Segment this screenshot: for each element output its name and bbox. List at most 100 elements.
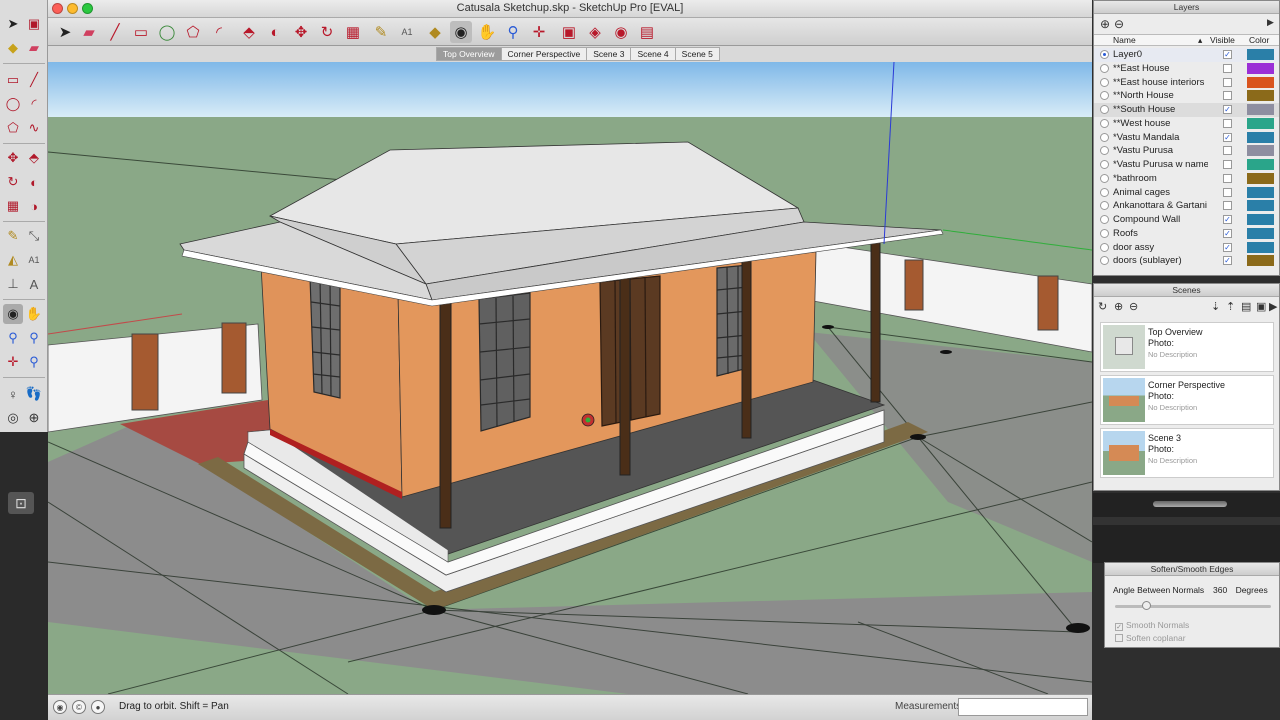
zoom-extents-icon[interactable]: ✛ — [3, 352, 23, 372]
sort-icon[interactable]: ▴ — [1198, 35, 1202, 46]
layer-visible-checkbox[interactable] — [1223, 91, 1232, 101]
layer-visible-checkbox[interactable]: ✓ — [1223, 228, 1232, 238]
rotate-icon[interactable]: ↻ — [316, 21, 338, 43]
select-tool-icon[interactable]: ➤ — [3, 14, 23, 34]
active-layer-radio[interactable] — [1100, 228, 1109, 238]
layer-visible-checkbox[interactable]: ✓ — [1223, 105, 1232, 114]
layer-color-swatch[interactable] — [1247, 186, 1274, 198]
layer-visible-header[interactable]: Visible — [1210, 35, 1235, 45]
layer-name[interactable]: *Vastu Purusa w name — [1113, 159, 1208, 170]
layer-name[interactable]: door assy — [1113, 242, 1208, 253]
extension-warehouse-icon[interactable]: ◉ — [610, 21, 632, 43]
position-camera-icon[interactable]: ♀ — [3, 384, 23, 404]
move-icon[interactable]: ✥ — [3, 148, 23, 168]
layer-visible-checkbox[interactable]: ✓ — [1223, 242, 1232, 252]
layer-row[interactable]: *Vastu Purusa — [1094, 144, 1279, 158]
layer-row[interactable]: **West house — [1094, 117, 1279, 131]
credits-icon[interactable]: © — [72, 700, 86, 714]
layer-name[interactable]: doors (sublayer) — [1113, 255, 1208, 266]
arc-icon[interactable]: ◜ — [208, 21, 230, 43]
look-around-icon[interactable]: ◎ — [3, 408, 23, 428]
layer-name-header[interactable]: Name — [1113, 35, 1136, 45]
layer-color-swatch[interactable] — [1247, 172, 1274, 184]
zoom-icon[interactable]: ⚲ — [502, 21, 524, 43]
layer-color-swatch[interactable] — [1247, 76, 1274, 88]
text-tool-icon[interactable]: A1 — [24, 250, 44, 270]
scene-details-icon[interactable]: ▶ — [1269, 300, 1277, 313]
geo-location-icon[interactable]: ◉ — [53, 700, 67, 714]
add-scene-icon[interactable]: ⊕ — [1114, 300, 1123, 313]
layer-name[interactable]: Ankanottara & Gartani — [1113, 200, 1208, 211]
line-icon[interactable]: ╱ — [104, 21, 126, 43]
scene-view-options-icon[interactable]: ▤ — [1241, 300, 1251, 313]
active-layer-radio[interactable] — [1100, 118, 1109, 128]
pan-icon[interactable]: ✋ — [476, 21, 498, 43]
active-layer-radio[interactable] — [1100, 105, 1109, 114]
eraser-icon[interactable]: ▰ — [24, 38, 44, 58]
layer-visible-checkbox[interactable] — [1223, 173, 1232, 183]
layer-name[interactable]: Animal cages — [1113, 187, 1208, 198]
select-icon[interactable]: ➤ — [54, 21, 76, 43]
tab-scene-4[interactable]: Scene 4 — [631, 47, 676, 61]
remove-scene-icon[interactable]: ⊖ — [1129, 300, 1138, 313]
layer-visible-checkbox[interactable]: ✓ — [1223, 132, 1232, 142]
layer-row[interactable]: Ankanottara & Gartani — [1094, 199, 1279, 213]
eraser-icon[interactable]: ▰ — [78, 21, 100, 43]
layer-visible-checkbox[interactable] — [1223, 63, 1232, 73]
layer-row[interactable]: doors (sublayer) ✓ — [1094, 254, 1279, 268]
zoom-icon[interactable]: ⚲ — [3, 328, 23, 348]
line-icon[interactable]: ╱ — [24, 70, 44, 90]
zoom-extents-icon[interactable]: ✛ — [528, 21, 550, 43]
layer-color-swatch[interactable] — [1247, 117, 1274, 129]
layer-row[interactable]: Compound Wall ✓ — [1094, 213, 1279, 227]
follow-me-icon[interactable]: ◐ — [24, 172, 44, 192]
arc-icon[interactable]: ◜ — [24, 94, 44, 114]
active-layer-radio[interactable] — [1100, 77, 1109, 87]
layer-row[interactable]: Roofs ✓ — [1094, 227, 1279, 241]
user-icon[interactable]: ● — [91, 700, 105, 714]
layer-name[interactable]: *Vastu Purusa — [1113, 145, 1208, 156]
layer-name[interactable]: **East House — [1113, 63, 1208, 74]
move-icon[interactable]: ✥ — [290, 21, 312, 43]
layer-name[interactable]: **West house — [1113, 118, 1208, 129]
offset-icon[interactable]: ◑ — [24, 196, 44, 216]
layer-name[interactable]: Compound Wall — [1113, 214, 1208, 225]
layer-color-swatch[interactable] — [1247, 255, 1274, 267]
tape-measure-icon[interactable]: ✎ — [3, 226, 23, 246]
layer-visible-checkbox[interactable] — [1223, 187, 1232, 197]
active-layer-radio[interactable] — [1100, 132, 1109, 142]
follow-me-icon[interactable]: ◐ — [264, 21, 286, 43]
paint-bucket-icon[interactable]: ◆ — [424, 21, 446, 43]
scene-item[interactable]: Top Overview Photo: No Description — [1100, 322, 1274, 372]
layer-color-swatch[interactable] — [1247, 62, 1274, 74]
layer-visible-checkbox[interactable] — [1223, 77, 1232, 87]
layers-details-icon[interactable]: ▶ — [1267, 17, 1274, 28]
polygon-icon[interactable]: ⬠ — [182, 21, 204, 43]
active-layer-radio[interactable] — [1100, 146, 1109, 156]
scene-item[interactable]: Corner Perspective Photo: No Description — [1100, 375, 1274, 425]
make-component-icon[interactable]: ▣ — [24, 14, 44, 34]
tab-scene-3[interactable]: Scene 3 — [587, 47, 632, 61]
text-icon[interactable]: A1 — [396, 21, 418, 43]
layout-icon[interactable]: ▤ — [636, 21, 658, 43]
active-layer-radio[interactable] — [1100, 215, 1109, 224]
orbit-icon[interactable]: ◉ — [3, 304, 23, 324]
active-layer-radio[interactable] — [1100, 242, 1109, 252]
polygon-icon[interactable]: ⬠ — [3, 118, 23, 138]
layer-color-swatch[interactable] — [1247, 200, 1274, 212]
layer-row[interactable]: *Vastu Mandala ✓ — [1094, 131, 1279, 145]
update-scene-icon[interactable]: ↻ — [1098, 300, 1107, 313]
section-plane-icon[interactable]: ⊕ — [24, 408, 44, 428]
share-model-icon[interactable]: ◈ — [584, 21, 606, 43]
layer-color-swatch[interactable] — [1247, 241, 1274, 253]
axes-icon[interactable]: ⊥ — [3, 274, 23, 294]
scene-thumbnails-icon[interactable]: ▣ — [1256, 300, 1266, 313]
layer-row[interactable]: *Vastu Purusa w name — [1094, 158, 1279, 172]
angle-slider-knob[interactable] — [1142, 601, 1152, 610]
scale-icon[interactable]: ▦ — [3, 196, 23, 216]
smooth-normals-checkbox[interactable]: ✓ — [1115, 623, 1123, 631]
freehand-icon[interactable]: ∿ — [24, 118, 44, 138]
orbit-icon[interactable]: ◉ — [450, 21, 472, 43]
layer-color-header[interactable]: Color — [1249, 35, 1269, 45]
tab-corner-perspective[interactable]: Corner Perspective — [501, 47, 588, 61]
